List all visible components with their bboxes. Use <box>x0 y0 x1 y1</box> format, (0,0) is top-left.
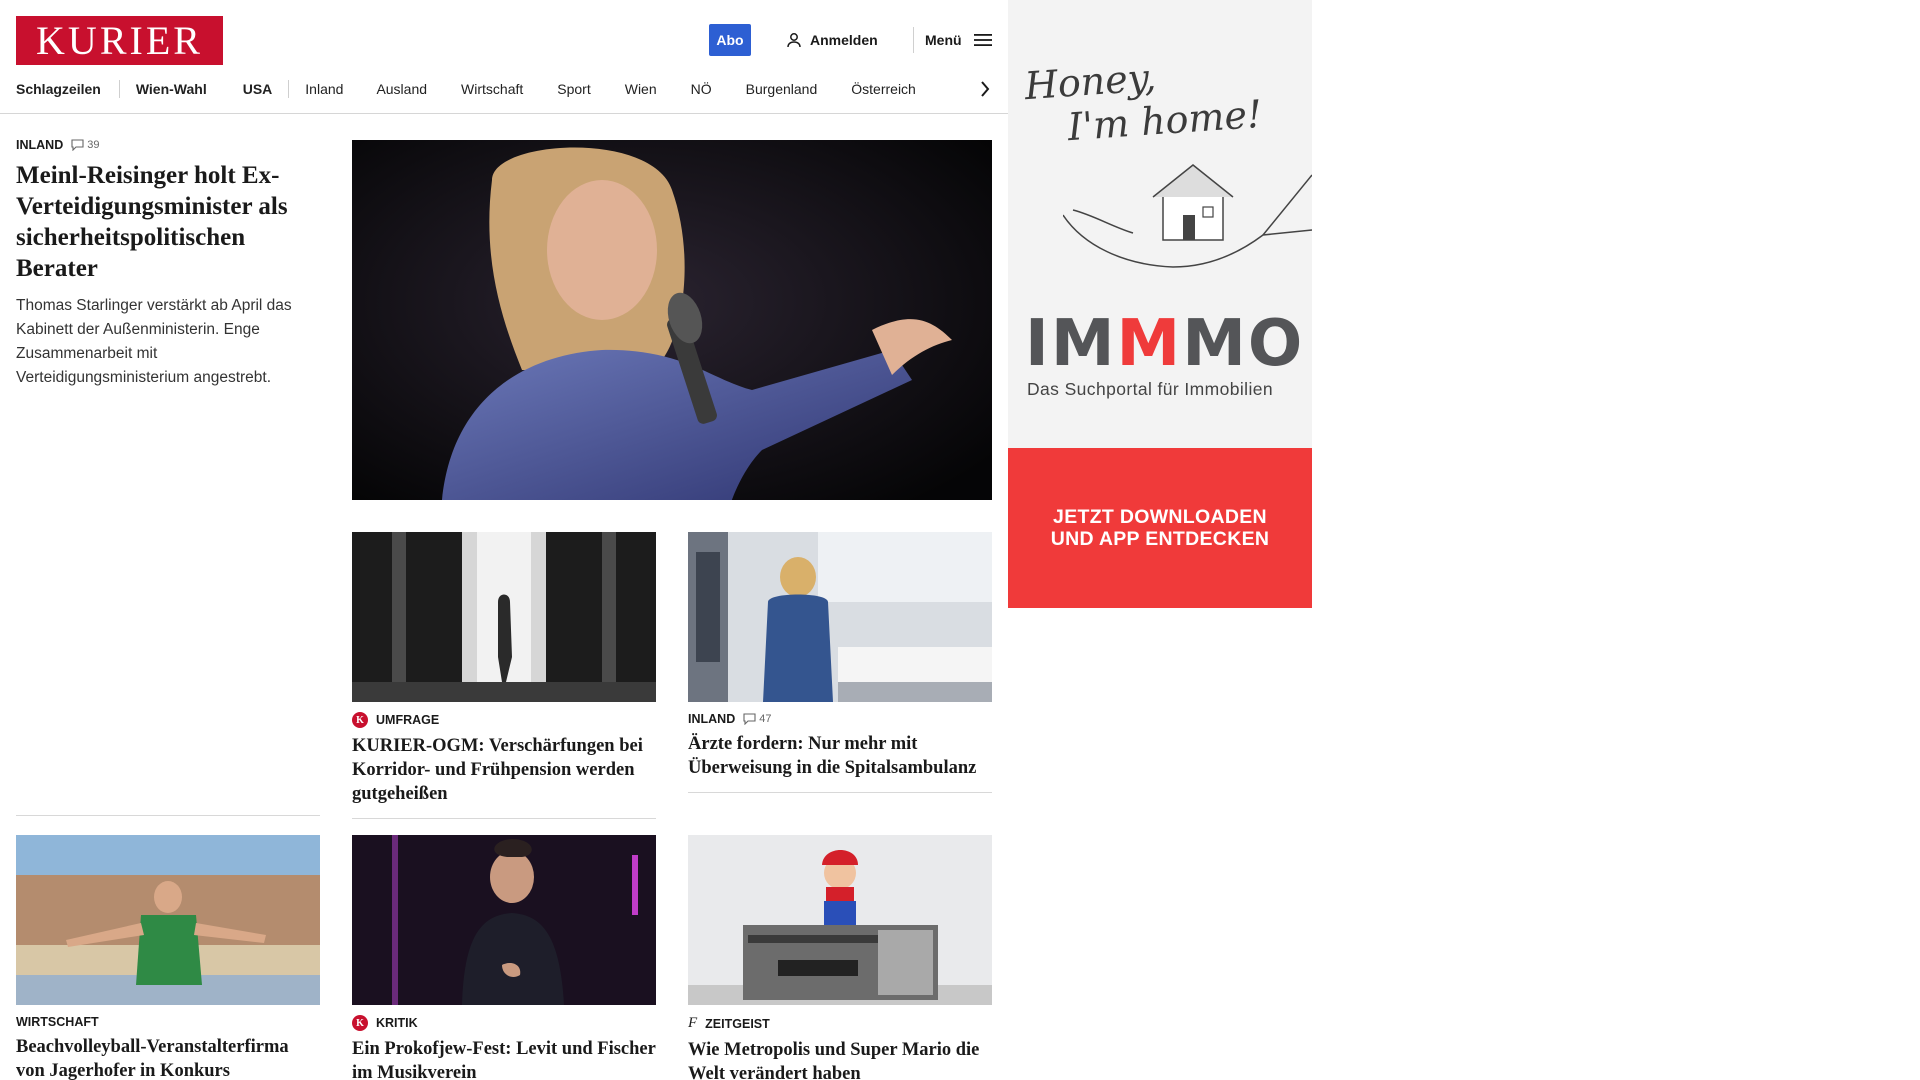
divider <box>688 792 992 793</box>
nav-item-oesterreich[interactable]: Österreich <box>851 81 916 97</box>
site-header: KURIER Abo Anmelden Menü Schlagzeilen Wi… <box>0 0 1008 114</box>
brand-part: IM <box>1025 307 1117 381</box>
article-thumbnail[interactable] <box>688 835 992 1005</box>
house-in-hand-illustration <box>1062 155 1312 290</box>
nav-item-burgenland[interactable]: Burgenland <box>746 81 818 97</box>
category-label: ZEITGEIST <box>705 1016 770 1031</box>
lead-article[interactable]: INLAND 39 Meinl-Reisinger holt Ex-Vertei… <box>16 138 322 390</box>
header-divider <box>913 27 914 53</box>
kurier-logo[interactable]: KURIER <box>16 16 223 65</box>
ad-subtitle: Das Suchportal für Immobilien <box>1027 379 1274 399</box>
abo-button[interactable]: Abo <box>709 24 751 56</box>
freizeit-icon: f <box>688 1015 698 1031</box>
article-headline[interactable]: Ärzte fordern: Nur mehr mit Überweisung … <box>688 732 992 780</box>
brand-part: MO <box>1182 307 1305 381</box>
ad-download-button[interactable]: JETZT DOWNLOADEN UND APP ENTDECKEN <box>1008 448 1312 608</box>
nav-scroll-right-button[interactable] <box>975 78 995 100</box>
nav-item-wirtschaft[interactable]: Wirtschaft <box>461 81 523 97</box>
article-thumbnail[interactable] <box>16 835 320 1005</box>
ad-cta-line1: JETZT DOWNLOADEN <box>1053 506 1267 528</box>
nav-item-ausland[interactable]: Ausland <box>376 81 427 97</box>
article-thumbnail[interactable] <box>352 532 656 702</box>
nav-item-schlagzeilen[interactable]: Schlagzeilen <box>16 81 101 97</box>
menu-label: Menü <box>925 32 962 48</box>
lead-article-image[interactable] <box>352 140 992 500</box>
nav-item-wien-wahl[interactable]: Wien-Wahl <box>136 81 207 97</box>
category-label: WIRTSCHAFT <box>16 1015 99 1029</box>
lead-teaser: Thomas Starlinger verstärkt ab April das… <box>16 297 292 386</box>
nav-separator <box>288 80 290 98</box>
article-card[interactable]: INLAND 47 Ärzte fordern: Nur mehr mit Üb… <box>688 532 992 793</box>
comment-count-value: 39 <box>87 139 100 151</box>
immmo-ad-banner[interactable]: Honey, I'm home! IM M MO Das Suchportal fü… <box>1008 0 1312 608</box>
chevron-right-icon <box>980 81 990 97</box>
category-label: INLAND <box>16 138 64 152</box>
comment-count-value: 47 <box>759 713 772 725</box>
article-thumbnail[interactable] <box>688 532 992 702</box>
comment-count[interactable]: 39 <box>71 139 99 151</box>
brand-part-red: M <box>1116 307 1183 381</box>
menu-button[interactable]: Menü <box>925 28 992 52</box>
article-meta: K UMFRAGE <box>352 712 656 728</box>
category-label: INLAND <box>688 712 736 726</box>
logo-text: KURIER <box>36 17 203 63</box>
login-label: Anmelden <box>810 32 878 48</box>
article-meta: INLAND 47 <box>688 712 992 726</box>
article-card[interactable]: f ZEITGEIST Wie Metropolis und Super Mar… <box>688 835 992 1080</box>
article-meta: WIRTSCHAFT <box>16 1015 320 1029</box>
ad-cta-line2: UND APP ENTDECKEN <box>1050 528 1270 550</box>
divider <box>16 815 320 816</box>
comment-icon <box>743 713 756 725</box>
comment-icon <box>71 139 84 151</box>
nav-item-inland[interactable]: Inland <box>305 81 343 97</box>
lead-headline[interactable]: Meinl-Reisinger holt Ex-Verteidigungsmin… <box>16 160 322 284</box>
immmo-logo: IM M MO <box>1025 312 1304 376</box>
nav-item-wien[interactable]: Wien <box>625 81 657 97</box>
kurier-plus-icon: K <box>352 1015 368 1031</box>
article-card[interactable]: K KRITIK Ein Prokofjew-Fest: Levit und F… <box>352 835 656 1080</box>
article-card[interactable]: WIRTSCHAFT Beachvolleyball-Veranstalterf… <box>16 835 320 1080</box>
nav-item-noe[interactable]: NÖ <box>691 81 712 97</box>
kurier-plus-icon: K <box>352 712 368 728</box>
comment-count[interactable]: 47 <box>743 713 771 725</box>
article-headline[interactable]: Wie Metropolis und Super Mario die Welt … <box>688 1038 992 1080</box>
article-meta: f ZEITGEIST <box>688 1015 992 1032</box>
user-icon <box>786 32 802 48</box>
article-headline[interactable]: KURIER-OGM: Verschärfungen bei Korridor-… <box>352 734 656 806</box>
category-label: KRITIK <box>376 1016 418 1030</box>
article-headline[interactable]: Beachvolleyball-Veranstalterfirma von Ja… <box>16 1035 320 1080</box>
nav-item-sport[interactable]: Sport <box>557 81 590 97</box>
kurier-homepage: KURIER Abo Anmelden Menü Schlagzeilen Wi… <box>0 0 1920 1080</box>
ad-cta-label: JETZT DOWNLOADEN UND APP ENTDECKEN <box>1051 506 1270 550</box>
ad-script-text: Honey, I'm home! <box>1023 48 1263 152</box>
category-label: UMFRAGE <box>376 713 440 727</box>
article-meta: K KRITIK <box>352 1015 656 1031</box>
article-thumbnail[interactable] <box>352 835 656 1005</box>
divider <box>352 818 656 819</box>
article-card[interactable]: K UMFRAGE KURIER-OGM: Verschärfungen bei… <box>352 532 656 819</box>
article-meta: INLAND 39 <box>16 138 322 152</box>
article-headline[interactable]: Ein Prokofjew-Fest: Levit und Fischer im… <box>352 1037 656 1080</box>
hamburger-icon <box>973 33 992 47</box>
nav-item-usa[interactable]: USA <box>243 81 273 97</box>
login-button[interactable]: Anmelden <box>786 28 878 52</box>
nav-separator <box>118 80 120 98</box>
section-nav: Schlagzeilen Wien-Wahl USA Inland Auslan… <box>16 78 916 100</box>
